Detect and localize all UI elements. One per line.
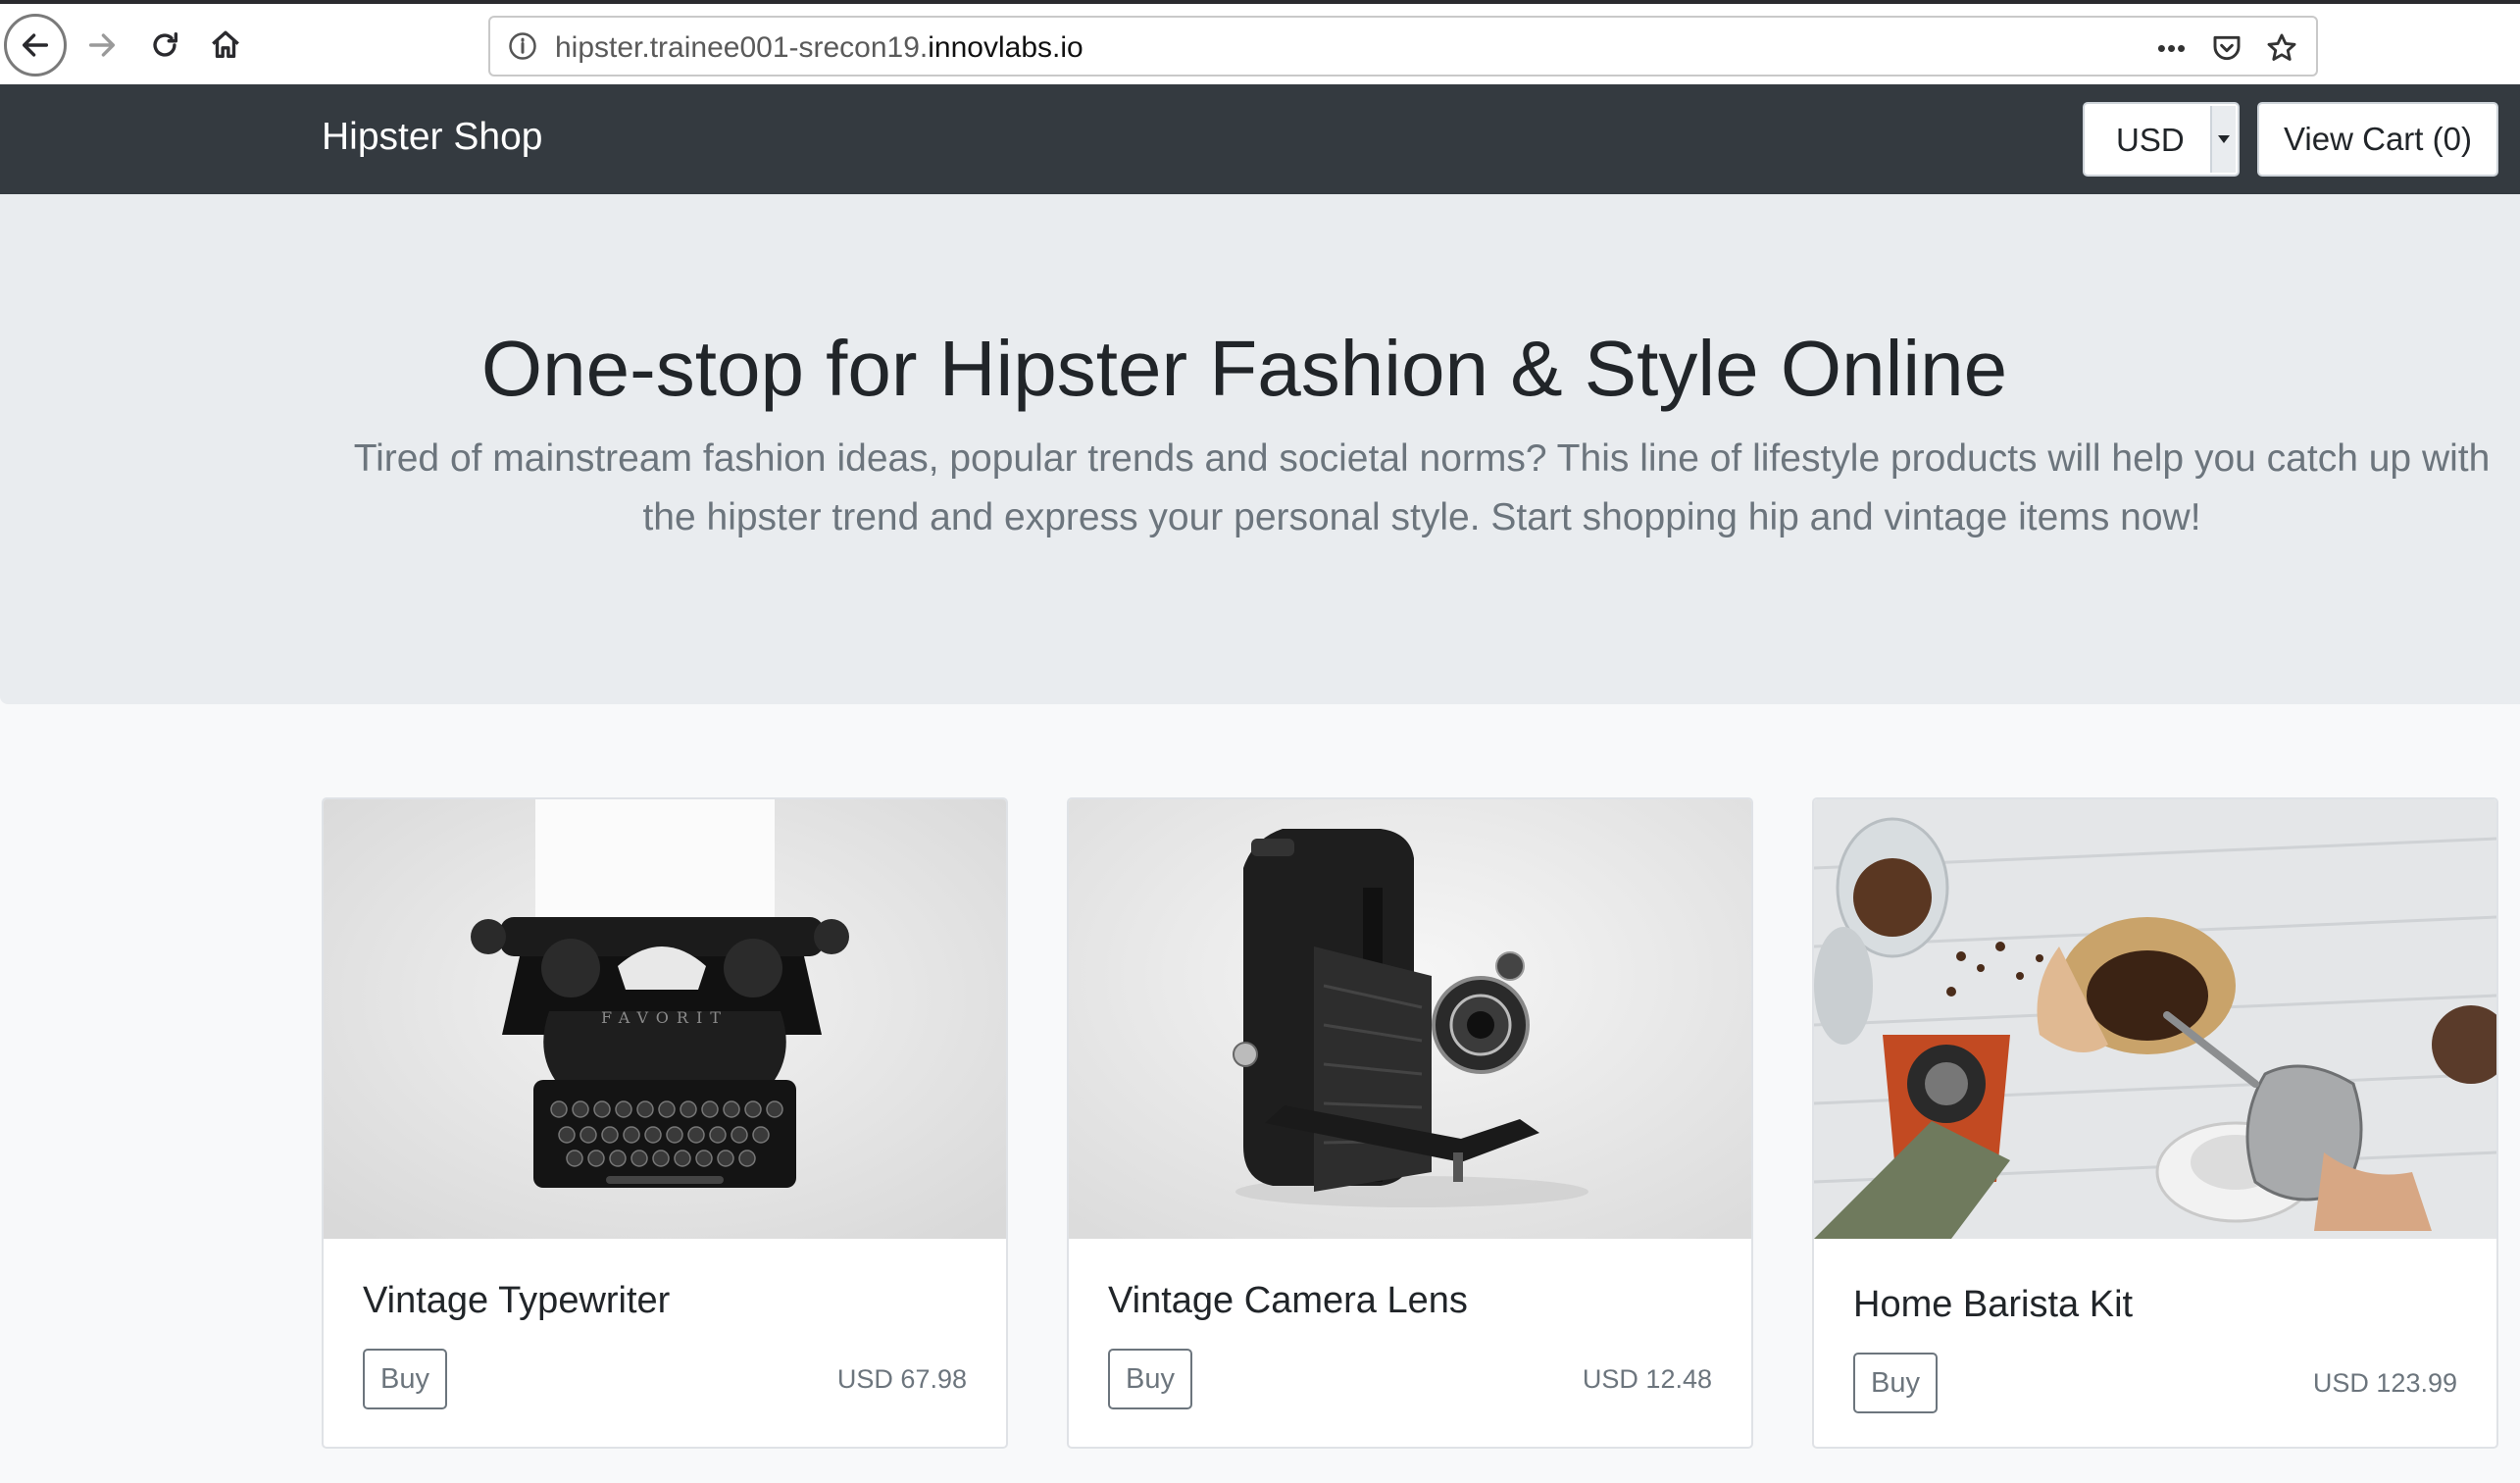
page-title: One-stop for Hipster Fashion & Style Onl… bbox=[480, 325, 2008, 412]
pocket-icon bbox=[2213, 35, 2241, 61]
back-button[interactable] bbox=[4, 14, 67, 77]
currency-select[interactable]: USD bbox=[2083, 102, 2240, 177]
product-price: USD 123.99 bbox=[2312, 1368, 2457, 1398]
svg-text:FAVORIT: FAVORIT bbox=[601, 1008, 729, 1027]
product-card[interactable]: FAVORIT Vintage Typewriter Buy USD 67.98 bbox=[322, 797, 1008, 1449]
product-image-typewriter[interactable]: FAVORIT bbox=[324, 799, 1006, 1239]
bookmark-button[interactable] bbox=[2261, 27, 2302, 69]
product-name[interactable]: Vintage Typewriter bbox=[363, 1280, 670, 1322]
star-icon bbox=[2267, 33, 2296, 61]
url-prefix: hipster.trainee001-srecon19. bbox=[555, 31, 929, 64]
caret-down-icon bbox=[2210, 106, 2236, 173]
buy-button[interactable]: Buy bbox=[363, 1349, 447, 1409]
product-price: USD 67.98 bbox=[836, 1364, 967, 1394]
url-actions: ••• bbox=[2151, 27, 2302, 69]
page-actions-menu[interactable]: ••• bbox=[2151, 27, 2192, 69]
forward-button[interactable] bbox=[71, 14, 133, 77]
home-icon bbox=[212, 30, 239, 59]
url-text[interactable]: hipster.trainee001-srecon19.innovlabs.io bbox=[555, 31, 1084, 65]
hero-banner: One-stop for Hipster Fashion & Style Onl… bbox=[0, 194, 2520, 704]
more-horizontal-icon: ••• bbox=[2156, 32, 2188, 63]
pocket-button[interactable] bbox=[2206, 27, 2247, 69]
product-card[interactable]: Vintage Camera Lens Buy USD 12.48 bbox=[1067, 797, 1753, 1449]
product-image-camera[interactable] bbox=[1069, 799, 1751, 1239]
buy-button[interactable]: Buy bbox=[1853, 1353, 1938, 1413]
reload-icon bbox=[153, 31, 178, 57]
product-card[interactable]: Home Barista Kit Buy USD 123.99 bbox=[1812, 797, 2498, 1449]
address-bar[interactable]: hipster.trainee001-srecon19.innovlabs.io… bbox=[488, 16, 2318, 77]
product-price: USD 12.48 bbox=[1582, 1364, 1712, 1394]
product-image-barista-kit[interactable] bbox=[1814, 799, 2496, 1239]
url-domain: innovlabs.io bbox=[928, 31, 1084, 64]
browser-toolbar: hipster.trainee001-srecon19.innovlabs.io… bbox=[0, 0, 2520, 84]
arrow-right-icon bbox=[88, 33, 116, 57]
currency-value: USD bbox=[2116, 122, 2185, 158]
info-icon[interactable] bbox=[508, 31, 537, 66]
arrow-left-icon bbox=[22, 33, 49, 57]
view-cart-button[interactable]: View Cart (0) bbox=[2257, 102, 2498, 177]
product-name[interactable]: Vintage Camera Lens bbox=[1108, 1280, 1468, 1322]
hero-subtitle: Tired of mainstream fashion ideas, popul… bbox=[353, 437, 2491, 538]
buy-button[interactable]: Buy bbox=[1108, 1349, 1192, 1409]
home-button[interactable] bbox=[194, 14, 257, 77]
site-navbar: Hipster Shop USD View Cart (0) bbox=[0, 84, 2520, 194]
brand-link[interactable]: Hipster Shop bbox=[322, 116, 542, 159]
product-name[interactable]: Home Barista Kit bbox=[1853, 1284, 2133, 1326]
reload-button[interactable] bbox=[133, 14, 196, 77]
